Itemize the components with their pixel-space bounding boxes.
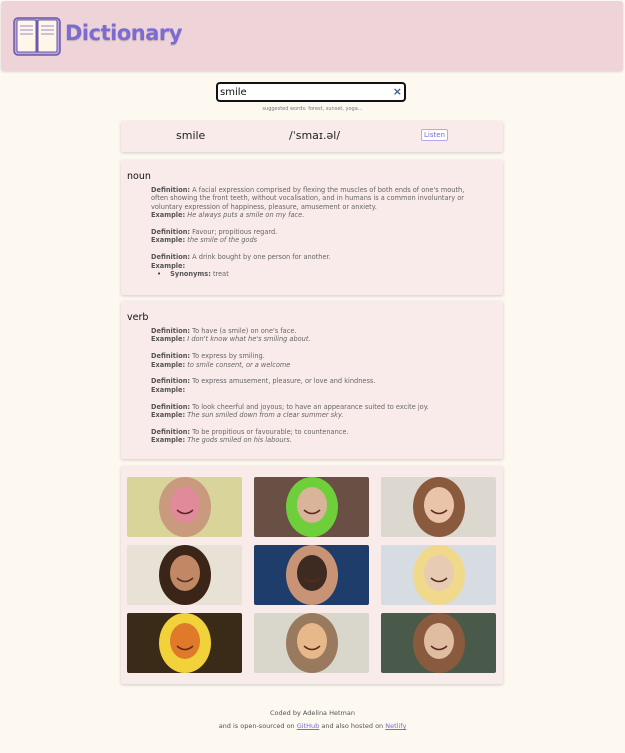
example-text: I don't know what he's smiling about. xyxy=(187,335,311,344)
example-text: The sun smiled down from a clear summer … xyxy=(187,411,344,420)
example-label: Example: xyxy=(151,411,186,420)
definition-item: Definition: To have (a smile) on one's f… xyxy=(151,327,481,344)
definition-label: Definition: xyxy=(151,402,191,411)
part-of-speech: verb xyxy=(127,312,149,323)
photo-thumbnail[interactable] xyxy=(127,545,242,605)
example-label: Example: xyxy=(151,211,186,220)
example-label: Example: xyxy=(151,236,186,245)
definition-label: Definition: xyxy=(151,327,191,335)
clear-search-icon[interactable]: × xyxy=(393,85,402,99)
example-label: Example: xyxy=(151,335,186,344)
definition-item: Definition: To express amusement, pleasu… xyxy=(151,377,481,394)
header: Dictionary xyxy=(1,1,623,71)
github-link[interactable]: GitHub xyxy=(297,722,320,730)
synonyms-label: Synonyms: xyxy=(170,270,211,279)
meaning-card-verb: verb Definition: To have (a smile) on on… xyxy=(121,301,503,459)
definition-item: Definition: Favour; propitious regard. E… xyxy=(151,228,481,245)
app-title: Dictionary xyxy=(65,21,182,45)
example-label: Example: xyxy=(151,360,186,369)
footer-credit: Coded by Adelina Hetman xyxy=(270,709,355,717)
synonyms-list: Synonyms: treat xyxy=(151,270,481,278)
example-text: to smile consent, or a welcome xyxy=(187,360,291,369)
photo-thumbnail[interactable] xyxy=(254,545,369,605)
example-text: The gods smiled on his labours. xyxy=(187,436,292,445)
search-box: × xyxy=(216,82,406,102)
example-label: Example: xyxy=(151,261,186,270)
search-suggestions: suggested words: forest, sunset, yoga... xyxy=(262,106,363,112)
definition-text: Favour; propitious regard. xyxy=(192,228,278,237)
phonetic-text: /ˈsmaɪ.əl/ xyxy=(289,129,341,142)
open-book-icon xyxy=(13,15,61,57)
photo-thumbnail[interactable] xyxy=(381,477,496,537)
footer-text: and also hosted on xyxy=(319,722,386,730)
definition-item: Definition: To be propitious or favourab… xyxy=(151,428,481,445)
photo-thumbnail[interactable] xyxy=(127,477,242,537)
definitions-list: Definition: To have (a smile) on one's f… xyxy=(151,327,481,453)
footer-text: and is open-sourced on xyxy=(218,722,297,730)
definition-label: Definition: xyxy=(151,352,191,361)
photo-thumbnail[interactable] xyxy=(254,477,369,537)
example-text: the smile of the gods xyxy=(187,236,258,245)
definition-text: A drink bought by one person for another… xyxy=(192,253,331,262)
definition-text: To express by smiling. xyxy=(192,352,265,361)
search-input[interactable] xyxy=(219,84,389,100)
footer-links-line: and is open-sourced on GitHub and also h… xyxy=(0,720,625,733)
definition-item: Definition: To express by smiling. Examp… xyxy=(151,352,481,369)
definition-item: Definition: A drink bought by one person… xyxy=(151,253,481,278)
example-label: Example: xyxy=(151,436,186,445)
definition-label: Definition: xyxy=(151,228,191,237)
part-of-speech: noun xyxy=(127,171,151,182)
definition-text: To have (a smile) on one's face. xyxy=(192,327,297,335)
synonyms-item: Synonyms: treat xyxy=(157,270,481,278)
netlify-link[interactable]: Netlify xyxy=(385,722,406,730)
word-card: smile /ˈsmaɪ.əl/ Listen xyxy=(121,121,503,152)
definition-label: Definition: xyxy=(151,427,191,436)
footer: Coded by Adelina Hetman and is open-sour… xyxy=(0,707,625,733)
photos-card xyxy=(121,466,503,684)
photo-thumbnail[interactable] xyxy=(254,613,369,673)
definition-text: To be propitious or favourable; to count… xyxy=(192,427,349,436)
definition-text: To look cheerful and joyous; to have an … xyxy=(192,402,429,411)
example-text: He always puts a smile on my face. xyxy=(187,211,305,220)
photo-thumbnail[interactable] xyxy=(381,613,496,673)
listen-button[interactable]: Listen xyxy=(421,129,448,141)
example-label: Example: xyxy=(151,385,186,394)
definition-label: Definition: xyxy=(151,186,191,194)
synonyms-text: treat xyxy=(212,270,229,279)
word-title: smile xyxy=(176,129,206,142)
definition-text: A facial expression comprised by flexing… xyxy=(151,186,465,211)
definition-label: Definition: xyxy=(151,253,191,262)
photo-thumbnail[interactable] xyxy=(127,613,242,673)
definitions-list: Definition: A facial expression comprise… xyxy=(151,186,481,287)
meaning-card-noun: noun Definition: A facial expression com… xyxy=(121,160,503,295)
definition-item: Definition: To look cheerful and joyous;… xyxy=(151,403,481,420)
definition-label: Definition: xyxy=(151,377,191,386)
photo-thumbnail[interactable] xyxy=(381,545,496,605)
definition-text: To express amusement, pleasure, or love … xyxy=(192,377,376,386)
definition-item: Definition: A facial expression comprise… xyxy=(151,186,481,220)
